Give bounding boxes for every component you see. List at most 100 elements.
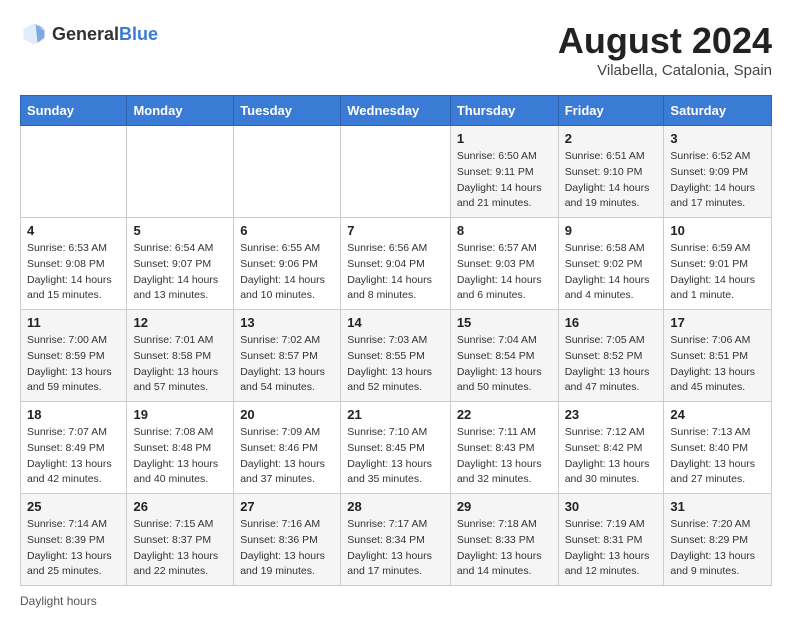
day-number: 13 [240,315,334,330]
day-number: 7 [347,223,444,238]
day-header-monday: Monday [127,96,234,126]
day-cell [234,126,341,218]
day-cell: 13 Sunrise: 7:02 AM Sunset: 8:57 PM Dayli… [234,310,341,402]
day-info: Sunrise: 7:14 AM Sunset: 8:39 PM Dayligh… [27,517,120,580]
day-cell: 9 Sunrise: 6:58 AM Sunset: 9:02 PM Daylig… [558,218,664,310]
day-number: 20 [240,407,334,422]
day-number: 25 [27,499,120,514]
day-cell: 15Sunrise: 7:04 AM Sunset: 8:54 PM Dayli… [450,310,558,402]
day-cell: 12 Sunrise: 7:01 AM Sunset: 8:58 PM Dayli… [127,310,234,402]
day-number: 16 [565,315,658,330]
week-row-5: 25 Sunrise: 7:14 AM Sunset: 8:39 PM Dayli… [21,494,772,586]
location: Vilabella, Catalonia, Spain [558,62,772,79]
day-number: 19 [133,407,227,422]
day-cell: 20 Sunrise: 7:09 AM Sunset: 8:46 PM Dayli… [234,402,341,494]
day-info: Sunrise: 7:00 AM Sunset: 8:59 PM Dayligh… [27,333,120,396]
footer-note: Daylight hours [20,594,772,608]
day-info: Sunrise: 6:52 AM Sunset: 9:09 PM Dayligh… [670,149,765,212]
day-cell: 10Sunrise: 6:59 AM Sunset: 9:01 PM Dayli… [664,218,772,310]
day-number: 3 [670,131,765,146]
day-cell: 1 Sunrise: 6:50 AM Sunset: 9:11 PM Daylig… [450,126,558,218]
day-info: Sunrise: 7:11 AM Sunset: 8:43 PM Dayligh… [457,425,552,488]
day-info: Sunrise: 7:03 AM Sunset: 8:55 PM Dayligh… [347,333,444,396]
day-info: Sunrise: 7:04 AM Sunset: 8:54 PM Dayligh… [457,333,552,396]
day-header-friday: Friday [558,96,664,126]
day-info: Sunrise: 7:02 AM Sunset: 8:57 PM Dayligh… [240,333,334,396]
day-number: 5 [133,223,227,238]
header: GeneralBlue August 2024 Vilabella, Catal… [20,20,772,79]
day-number: 8 [457,223,552,238]
day-cell: 28Sunrise: 7:17 AM Sunset: 8:34 PM Dayli… [341,494,451,586]
calendar-table: SundayMondayTuesdayWednesdayThursdayFrid… [20,95,772,586]
day-info: Sunrise: 7:06 AM Sunset: 8:51 PM Dayligh… [670,333,765,396]
day-number: 17 [670,315,765,330]
day-header-row: SundayMondayTuesdayWednesdayThursdayFrid… [21,96,772,126]
day-number: 12 [133,315,227,330]
day-cell: 4 Sunrise: 6:53 AM Sunset: 9:08 PM Daylig… [21,218,127,310]
day-header-thursday: Thursday [450,96,558,126]
week-row-2: 4 Sunrise: 6:53 AM Sunset: 9:08 PM Daylig… [21,218,772,310]
day-cell: 16 Sunrise: 7:05 AM Sunset: 8:52 PM Dayli… [558,310,664,402]
day-info: Sunrise: 7:09 AM Sunset: 8:46 PM Dayligh… [240,425,334,488]
day-number: 14 [347,315,444,330]
logo-general: General [52,24,119,44]
day-cell: 6 Sunrise: 6:55 AM Sunset: 9:06 PM Daylig… [234,218,341,310]
day-cell: 30Sunrise: 7:19 AM Sunset: 8:31 PM Dayli… [558,494,664,586]
day-info: Sunrise: 6:57 AM Sunset: 9:03 PM Dayligh… [457,241,552,304]
day-number: 6 [240,223,334,238]
day-number: 23 [565,407,658,422]
day-info: Sunrise: 7:15 AM Sunset: 8:37 PM Dayligh… [133,517,227,580]
week-row-4: 18 Sunrise: 7:07 AM Sunset: 8:49 PM Dayli… [21,402,772,494]
day-cell: 11Sunrise: 7:00 AM Sunset: 8:59 PM Dayli… [21,310,127,402]
generalblue-logo-icon [20,20,48,48]
day-info: Sunrise: 6:56 AM Sunset: 9:04 PM Dayligh… [347,241,444,304]
day-cell: 17 Sunrise: 7:06 AM Sunset: 8:51 PM Dayli… [664,310,772,402]
day-info: Sunrise: 6:55 AM Sunset: 9:06 PM Dayligh… [240,241,334,304]
day-info: Sunrise: 6:53 AM Sunset: 9:08 PM Dayligh… [27,241,120,304]
month-year: August 2024 [558,20,772,62]
day-number: 4 [27,223,120,238]
day-cell: 24 Sunrise: 7:13 AM Sunset: 8:40 PM Dayli… [664,402,772,494]
day-cell [127,126,234,218]
title-area: August 2024 Vilabella, Catalonia, Spain [558,20,772,79]
daylight-hours-note: Daylight hours [20,594,97,608]
day-info: Sunrise: 7:01 AM Sunset: 8:58 PM Dayligh… [133,333,227,396]
day-cell: 31Sunrise: 7:20 AM Sunset: 8:29 PM Dayli… [664,494,772,586]
logo: GeneralBlue [20,20,158,48]
day-info: Sunrise: 7:07 AM Sunset: 8:49 PM Dayligh… [27,425,120,488]
day-info: Sunrise: 6:50 AM Sunset: 9:11 PM Dayligh… [457,149,552,212]
logo-blue: Blue [119,24,158,44]
day-info: Sunrise: 7:05 AM Sunset: 8:52 PM Dayligh… [565,333,658,396]
day-info: Sunrise: 7:18 AM Sunset: 8:33 PM Dayligh… [457,517,552,580]
day-cell [341,126,451,218]
day-cell: 5 Sunrise: 6:54 AM Sunset: 9:07 PM Daylig… [127,218,234,310]
day-info: Sunrise: 7:13 AM Sunset: 8:40 PM Dayligh… [670,425,765,488]
day-cell: 14 Sunrise: 7:03 AM Sunset: 8:55 PM Dayli… [341,310,451,402]
week-row-3: 11Sunrise: 7:00 AM Sunset: 8:59 PM Dayli… [21,310,772,402]
day-header-sunday: Sunday [21,96,127,126]
day-cell: 25 Sunrise: 7:14 AM Sunset: 8:39 PM Dayli… [21,494,127,586]
week-row-1: 1 Sunrise: 6:50 AM Sunset: 9:11 PM Daylig… [21,126,772,218]
day-number: 31 [670,499,765,514]
day-info: Sunrise: 6:51 AM Sunset: 9:10 PM Dayligh… [565,149,658,212]
day-cell: 8 Sunrise: 6:57 AM Sunset: 9:03 PM Daylig… [450,218,558,310]
day-cell: 19 Sunrise: 7:08 AM Sunset: 8:48 PM Dayli… [127,402,234,494]
day-cell: 3 Sunrise: 6:52 AM Sunset: 9:09 PM Daylig… [664,126,772,218]
day-info: Sunrise: 6:58 AM Sunset: 9:02 PM Dayligh… [565,241,658,304]
day-number: 9 [565,223,658,238]
day-cell: 27Sunrise: 7:16 AM Sunset: 8:36 PM Dayli… [234,494,341,586]
day-number: 24 [670,407,765,422]
day-info: Sunrise: 7:17 AM Sunset: 8:34 PM Dayligh… [347,517,444,580]
day-number: 1 [457,131,552,146]
day-info: Sunrise: 7:10 AM Sunset: 8:45 PM Dayligh… [347,425,444,488]
day-header-wednesday: Wednesday [341,96,451,126]
day-cell: 2Sunrise: 6:51 AM Sunset: 9:10 PM Daylig… [558,126,664,218]
day-info: Sunrise: 6:54 AM Sunset: 9:07 PM Dayligh… [133,241,227,304]
day-info: Sunrise: 7:08 AM Sunset: 8:48 PM Dayligh… [133,425,227,488]
day-header-saturday: Saturday [664,96,772,126]
day-cell: 21 Sunrise: 7:10 AM Sunset: 8:45 PM Dayli… [341,402,451,494]
day-cell: 26Sunrise: 7:15 AM Sunset: 8:37 PM Dayli… [127,494,234,586]
day-number: 18 [27,407,120,422]
logo-text: GeneralBlue [52,24,158,45]
day-number: 21 [347,407,444,422]
